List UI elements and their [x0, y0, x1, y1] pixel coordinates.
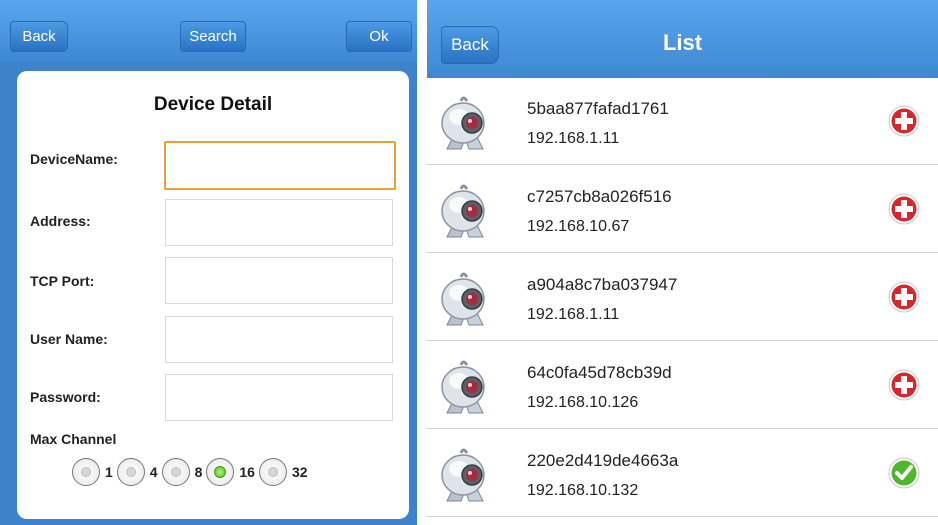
- device-name-field[interactable]: [164, 141, 396, 190]
- device-list-screen: List Back 5baa877fafad1761 192.168.1.11 …: [427, 0, 938, 525]
- webcam-icon: [439, 357, 491, 415]
- device-ip: 192.168.10.132: [527, 482, 639, 499]
- password-label: Password:: [30, 389, 101, 405]
- device-list-item[interactable]: 220e2d419de4663a 192.168.10.132: [427, 431, 938, 517]
- ok-button[interactable]: Ok: [346, 21, 412, 52]
- back-button[interactable]: Back: [10, 21, 68, 52]
- radio-dot: [170, 467, 181, 477]
- device-list-item[interactable]: a904a8c7ba037947 192.168.1.11: [427, 255, 938, 341]
- device-detail-card: Device Detail DeviceName: Address: TCP P…: [17, 71, 409, 519]
- device-list-item[interactable]: 64c0fa45d78cb39d 192.168.10.126: [427, 343, 938, 429]
- webcam-icon: [439, 269, 491, 327]
- max-channel-label: Max Channel: [30, 431, 117, 447]
- radio-dot: [81, 467, 91, 477]
- device-ip: 192.168.1.11: [527, 130, 620, 147]
- device-ip: 192.168.10.67: [527, 218, 630, 235]
- channel-label-32: 32: [291, 464, 308, 480]
- channel-label-8: 8: [194, 464, 203, 480]
- device-list-item[interactable]: c7257cb8a026f516 192.168.10.67: [427, 167, 938, 253]
- radio-dot: [125, 467, 136, 477]
- add-icon[interactable]: [888, 193, 920, 225]
- device-detail-screen: Back Search Ok Device Detail DeviceName:…: [0, 0, 417, 525]
- webcam-icon: [439, 181, 491, 239]
- user-name-label: User Name:: [30, 331, 108, 347]
- webcam-icon: [439, 93, 491, 151]
- channel-label-16: 16: [239, 464, 255, 480]
- channel-radio-8[interactable]: [161, 458, 190, 486]
- device-list-item[interactable]: 5baa877fafad1761 192.168.1.11: [427, 79, 938, 165]
- user-name-field[interactable]: [165, 316, 393, 363]
- device-id: 5baa877fafad1761: [527, 99, 669, 118]
- channel-radio-16[interactable]: [206, 458, 235, 486]
- search-button[interactable]: Search: [180, 21, 246, 52]
- device-name-input[interactable]: [166, 143, 394, 188]
- add-icon[interactable]: [888, 281, 920, 313]
- channel-radio-4[interactable]: [116, 458, 145, 486]
- address-field[interactable]: [165, 199, 393, 246]
- device-name-label: DeviceName:: [30, 151, 118, 167]
- device-ip: 192.168.10.126: [527, 394, 639, 411]
- channel-radio-1[interactable]: [72, 458, 100, 486]
- page-title: Device Detail: [153, 94, 273, 115]
- webcam-icon: [439, 445, 491, 503]
- max-channel-radio-group: 1 4 8 16 32: [72, 456, 312, 488]
- password-input[interactable]: [166, 375, 392, 420]
- channel-label-4: 4: [149, 464, 158, 480]
- user-name-input[interactable]: [166, 317, 392, 362]
- back-button[interactable]: Back: [441, 26, 499, 64]
- address-label: Address:: [30, 213, 91, 229]
- add-icon[interactable]: [888, 105, 920, 137]
- password-field[interactable]: [165, 374, 393, 421]
- device-id: a904a8c7ba037947: [527, 275, 678, 294]
- device-id: 64c0fa45d78cb39d: [527, 363, 672, 382]
- check-icon[interactable]: [888, 457, 920, 489]
- device-id: c7257cb8a026f516: [527, 187, 672, 206]
- device-id: 220e2d419de4663a: [527, 451, 679, 470]
- device-ip: 192.168.1.11: [527, 306, 620, 323]
- channel-label-1: 1: [105, 464, 113, 480]
- radio-dot: [267, 467, 278, 477]
- radio-dot-selected: [214, 466, 227, 478]
- tcp-port-input[interactable]: [166, 258, 392, 303]
- channel-radio-32[interactable]: [258, 458, 287, 486]
- page-title: List: [662, 30, 703, 55]
- tcp-port-label: TCP Port:: [30, 273, 95, 289]
- add-icon[interactable]: [888, 369, 920, 401]
- tcp-port-field[interactable]: [165, 257, 393, 304]
- address-input[interactable]: [166, 200, 392, 245]
